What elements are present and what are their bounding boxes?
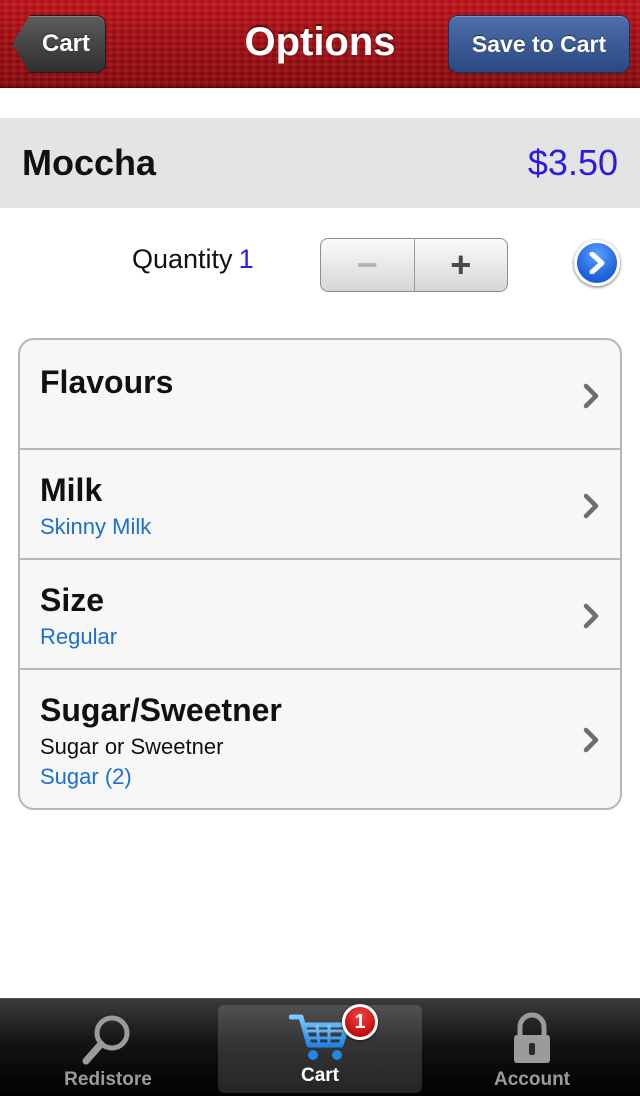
- quantity-value: 1: [238, 244, 254, 274]
- option-title: Flavours: [40, 364, 174, 400]
- lock-icon: [514, 1012, 550, 1063]
- options-table: Flavours Milk Skinny Milk Size Regular S…: [18, 338, 622, 810]
- option-selected-value: Sugar (2): [40, 764, 132, 789]
- tab-cart[interactable]: Cart: [218, 1005, 422, 1093]
- quantity-label: Quantity 1: [132, 244, 254, 275]
- tab-label: Cart: [300, 1065, 339, 1086]
- tab-label: Account: [494, 1069, 570, 1090]
- option-selected-value: Regular: [40, 624, 118, 649]
- cart-count-badge: 1: [342, 1004, 378, 1040]
- save-to-cart-button[interactable]: Save to Cart: [448, 15, 630, 73]
- save-button-label: Save to Cart: [471, 30, 607, 57]
- option-row-milk[interactable]: Milk Skinny Milk: [20, 450, 620, 560]
- chevron-right-icon: [583, 493, 599, 519]
- tab-redistore[interactable]: Redistore: [6, 999, 210, 1096]
- chevron-right-icon: [583, 603, 599, 629]
- decrement-button[interactable]: −: [321, 239, 415, 291]
- tab-bar: Redistore Cart Account: [0, 998, 640, 1096]
- chevron-right-icon: [589, 252, 605, 274]
- option-selected-value: Skinny Milk: [40, 514, 152, 539]
- chevron-right-icon: [583, 727, 599, 753]
- increment-button[interactable]: +: [415, 239, 508, 291]
- option-row-sugar-sweetner[interactable]: Sugar/Sweetner Sugar or Sweetner Sugar (…: [20, 670, 620, 808]
- option-row-size[interactable]: Size Regular: [20, 560, 620, 670]
- option-row-flavours[interactable]: Flavours: [20, 340, 620, 450]
- option-title: Milk: [40, 472, 103, 508]
- option-description: Sugar or Sweetner: [40, 734, 224, 759]
- tab-account[interactable]: Account: [430, 999, 634, 1096]
- tab-label: Redistore: [64, 1069, 152, 1090]
- item-price: $3.50: [527, 142, 618, 183]
- item-header: Moccha $3.50: [0, 118, 640, 208]
- quantity-stepper[interactable]: − +: [320, 238, 508, 292]
- navigation-bar: Cart Options Save to Cart: [0, 0, 640, 88]
- quantity-label-text: Quantity: [132, 244, 233, 274]
- detail-disclosure-button[interactable]: [574, 240, 620, 286]
- chevron-right-icon: [583, 383, 599, 409]
- option-title: Size: [40, 582, 105, 618]
- magnifier-icon: [82, 1015, 130, 1065]
- option-title: Sugar/Sweetner: [40, 692, 282, 728]
- item-name: Moccha: [22, 142, 157, 183]
